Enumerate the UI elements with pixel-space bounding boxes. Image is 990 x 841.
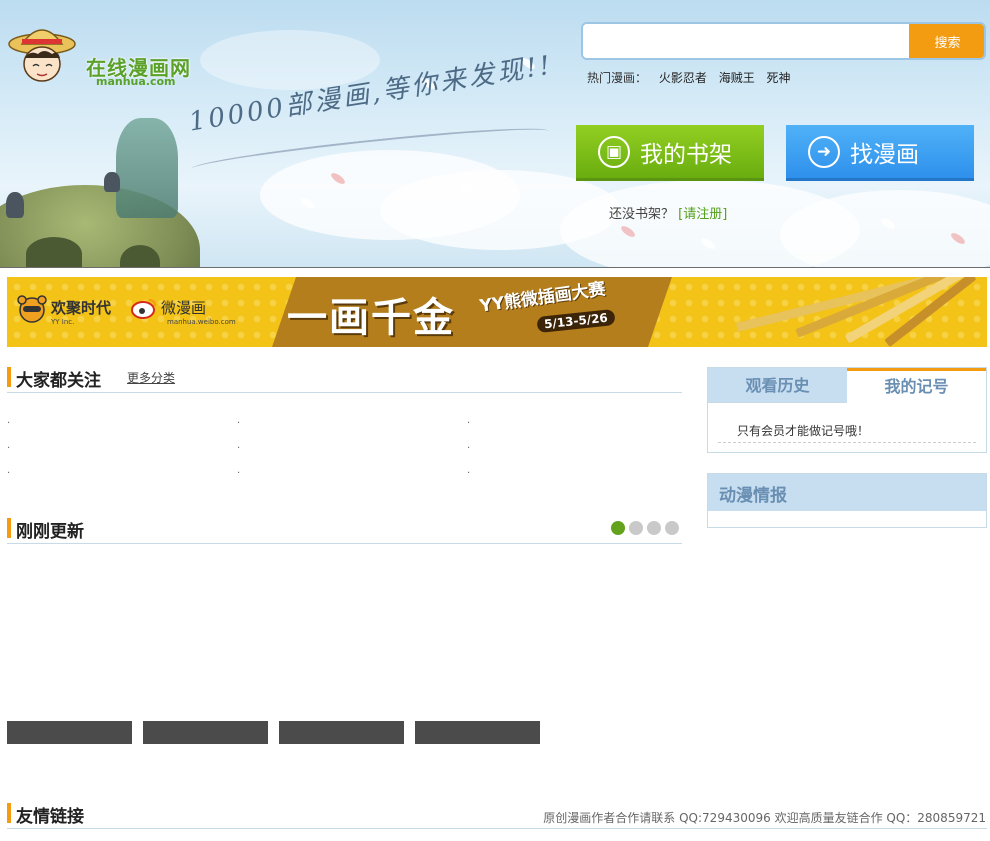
- hot-comic-link[interactable]: 死神: [767, 71, 791, 85]
- straw-hat-face-icon: [8, 29, 76, 82]
- partnership-note: 原创漫画作者合作请联系 QQ:729430096 欢迎高质量友链合作 QQ：28…: [543, 811, 986, 825]
- bookshelf-icon: ▣: [598, 135, 630, 168]
- weibo-brand-sub: manhua.weibo.com: [167, 318, 236, 326]
- list-item[interactable]: ·: [467, 443, 470, 454]
- register-prompt: 还没书架？ [请注册]: [609, 203, 727, 222]
- find-comics-label: 找漫画: [850, 141, 919, 168]
- carousel-dot[interactable]: [665, 521, 679, 535]
- hot-comics-label: 热门漫画：: [587, 71, 648, 85]
- search-button[interactable]: 搜索: [909, 24, 984, 58]
- list-item[interactable]: ·: [237, 418, 240, 429]
- update-item-caption[interactable]: [143, 721, 268, 744]
- section-accent-bar: [7, 367, 11, 387]
- popular-section-title: 大家都关注: [16, 371, 101, 391]
- updated-section-header: 刚刚更新: [7, 517, 682, 544]
- carousel-dot[interactable]: [647, 521, 661, 535]
- cat-illustration: [104, 172, 120, 192]
- news-title[interactable]: 动漫情报: [719, 481, 787, 506]
- member-only-message: 只有会员才能做记号哦！: [737, 424, 870, 438]
- hot-comic-link[interactable]: 海贼王: [719, 71, 755, 85]
- yy-brand-sub: YY Inc.: [51, 318, 75, 326]
- yy-brand-name: 欢聚时代: [51, 299, 112, 317]
- popular-section-header: 大家都关注 更多分类: [7, 366, 682, 393]
- banner-title: 一画千金: [287, 294, 455, 341]
- list-item[interactable]: ·: [237, 443, 240, 454]
- register-link[interactable]: [请注册]: [678, 207, 727, 222]
- yy-bear-icon: [17, 295, 47, 323]
- list-item[interactable]: ·: [467, 468, 470, 479]
- signpost-icon: ➜: [808, 135, 840, 168]
- list-item[interactable]: ·: [7, 418, 10, 429]
- cat-illustration: [6, 192, 24, 218]
- news-header: 动漫情报: [708, 474, 986, 511]
- carousel-dot[interactable]: [629, 521, 643, 535]
- logo-domain: manhua.com: [96, 75, 176, 88]
- carousel-pager: [611, 520, 683, 539]
- header: 在线漫画网 manhua.com 10000部漫画,等你来发现!! 搜索 热门漫…: [0, 0, 990, 268]
- list-item[interactable]: ·: [7, 443, 10, 454]
- contest-banner[interactable]: 欢聚时代 YY Inc. 微漫画 manhua.weibo.com 一画千金 Y…: [7, 277, 987, 347]
- site-logo[interactable]: 在线漫画网 manhua.com: [8, 16, 198, 88]
- history-panel: 观看历史 我的记号 只有会员才能做记号哦！: [707, 367, 987, 453]
- links-section-title: 友情链接: [16, 807, 84, 827]
- my-bookshelf-label: 我的书架: [640, 141, 732, 168]
- tab-history[interactable]: 观看历史: [708, 368, 847, 403]
- more-categories-link[interactable]: 更多分类: [127, 369, 175, 386]
- weibo-icon: [131, 299, 156, 319]
- find-comics-button[interactable]: ➜ 找漫画: [786, 125, 974, 181]
- girl-illustration: [116, 118, 178, 218]
- register-prompt-text: 还没书架？: [609, 207, 675, 222]
- section-accent-bar: [7, 518, 11, 538]
- list-item[interactable]: ·: [467, 418, 470, 429]
- hill-window: [26, 237, 82, 267]
- hot-comic-link[interactable]: 火影忍者: [659, 71, 707, 85]
- update-item-caption[interactable]: [415, 721, 540, 744]
- list-item[interactable]: ·: [237, 468, 240, 479]
- search-box: 搜索: [581, 22, 986, 60]
- weibo-brand-name: 微漫画: [161, 299, 207, 317]
- update-item-caption[interactable]: [7, 721, 132, 744]
- hill-window: [120, 245, 160, 267]
- carousel-dot[interactable]: [611, 521, 625, 535]
- hot-comics: 热门漫画： 火影忍者 海贼王 死神: [587, 69, 799, 86]
- section-accent-bar: [7, 803, 11, 823]
- divider: [718, 442, 976, 443]
- search-input[interactable]: [583, 24, 909, 58]
- popular-list: · · · · · · · · ·: [7, 418, 687, 488]
- update-item-caption[interactable]: [279, 721, 404, 744]
- tab-my-marks[interactable]: 我的记号: [847, 368, 986, 403]
- list-item[interactable]: ·: [7, 468, 10, 479]
- updated-section-title: 刚刚更新: [16, 522, 84, 542]
- my-bookshelf-button[interactable]: ▣ 我的书架: [576, 125, 764, 181]
- news-panel: 动漫情报: [707, 473, 987, 528]
